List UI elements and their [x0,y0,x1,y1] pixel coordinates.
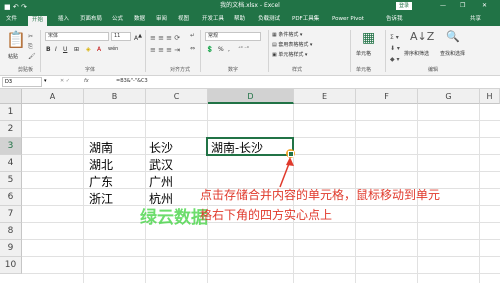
number-format-select[interactable]: 常规 [205,32,261,41]
minimize-button[interactable]: — [440,0,446,12]
currency-icon[interactable]: 💲 [206,46,213,53]
name-box-dropdown-icon[interactable]: ▾ [44,76,47,87]
table-format-icon: ▤ [272,42,277,48]
group-styles: 样式 [292,67,303,73]
separator [268,30,269,72]
tab-help[interactable]: 帮助 [234,15,245,26]
group-clipboard: 剪贴板 [18,67,34,73]
ribbon: 📋 粘贴 ✂ ⎘ 🖌 剪贴板 宋体 11 A▲ B I U ⊞ ◈ A wén 字体… [0,26,500,76]
border-icon[interactable]: ⊞ [74,46,79,53]
group-alignment: 对齐方式 [170,67,191,73]
tab-review[interactable]: 审阅 [156,15,167,26]
find-select-label[interactable]: 查找和选择 [440,50,465,57]
tab-share[interactable]: 共享 [470,15,481,26]
fill-color-icon[interactable]: ◈ [86,46,91,53]
formula-bar: D3 ▾ ✕ ✓ fx =B3&"-"&C3 [0,76,500,89]
tab-formulas[interactable]: 公式 [112,15,123,26]
cell-style-label: 单元格样式 [278,52,304,58]
ribbon-tabs: 文件 开始 插入 页面布局 公式 数据 审阅 视图 开发工具 帮助 负载测试 P… [0,12,500,26]
tab-file[interactable]: 文件 [6,15,17,26]
annotation-line-1: 点击存储合并内容的单元格，鼠标移动到单元 [200,188,441,202]
table-format-button[interactable]: ▤ 套用表格格式 ▾ [272,40,312,50]
alignment-icons[interactable]: ≡ ≡ ≡ ⟳ ≡ ≡ ≡ ⇥ [150,32,180,56]
conditional-format-icon: ▦ [272,32,277,38]
sort-filter-label[interactable]: 排序和筛选 [404,50,429,57]
tab-developer[interactable]: 开发工具 [202,15,224,26]
underline-button[interactable]: U [63,46,67,53]
name-box[interactable]: D3 [2,77,42,87]
conditional-format-button[interactable]: ▦ 条件格式 ▾ [272,30,312,40]
cells-button-label[interactable]: 单元格 [356,50,371,57]
clipboard-small-icons[interactable]: ✂ ⎘ 🖌 [28,32,36,62]
login-button[interactable]: 登录 [396,2,413,10]
group-number: 数字 [228,67,239,73]
cell-style-icon: ▣ [272,52,277,58]
paste-label[interactable]: 粘贴 [8,53,18,60]
tab-view[interactable]: 视图 [178,15,189,26]
font-grow-icon[interactable]: A▲ [134,33,142,42]
cells-icon[interactable]: ▦ [362,30,375,46]
group-font: 字体 [85,67,96,73]
styles-buttons: ▦ 条件格式 ▾ ▤ 套用表格格式 ▾ ▣ 单元格样式 ▾ [272,30,312,60]
decimal-icons[interactable]: ⁺⁰ ⁻⁰ [238,46,249,52]
percent-button[interactable]: % [218,46,224,53]
comma-button[interactable]: , [228,46,230,53]
separator [40,30,41,72]
formula-input[interactable]: =B3&"-"&C3 [116,76,148,87]
fx-icon[interactable]: fx [84,76,89,87]
sort-filter-icon[interactable]: A↓Z [410,30,434,43]
tab-power-pivot[interactable]: Power Pivot [332,15,364,26]
font-size-select[interactable]: 11 [111,32,131,41]
separator [200,30,201,72]
group-editing: 编辑 [428,67,439,73]
tab-tell-me[interactable]: 告诉我 [386,15,403,26]
conditional-format-label: 条件格式 [278,32,299,38]
window-title: 我的文档.xlsx - Excel [220,2,280,9]
separator [350,30,351,72]
tab-page-layout[interactable]: 页面布局 [80,15,102,26]
restore-button[interactable]: ❐ [460,0,465,12]
watermark: 绿云数据 [140,208,208,228]
close-button[interactable]: ✕ [482,0,487,12]
group-cells: 单元格 [356,67,372,73]
formula-bar-controls[interactable]: ✕ ✓ [60,76,70,87]
wrap-text-icon[interactable]: ↵ [190,32,195,39]
bold-button[interactable]: B [46,46,51,53]
paste-icon[interactable]: 📋 [6,30,26,49]
italic-button[interactable]: I [55,46,57,53]
annotation-line-2: 格右下角的四方实心点上 [200,208,333,222]
tab-data[interactable]: 数据 [134,15,145,26]
editing-small-icons[interactable]: Σ ▾ ⬇ ▾ ◆ ▾ [390,32,400,65]
merge-center-icon[interactable]: ⇔ [190,45,195,52]
separator [145,30,146,72]
separator [385,30,386,72]
table-format-label: 套用表格格式 [278,42,309,48]
font-color-icon[interactable]: A [97,46,101,53]
phonetic-button[interactable]: wén [108,46,118,52]
worksheet-grid[interactable]: A B C D E F G H 1 2 3 4 5 6 7 8 9 10 湖南 … [0,89,500,283]
tab-load-test[interactable]: 负载测试 [258,15,280,26]
tab-insert[interactable]: 插入 [58,15,69,26]
tab-home[interactable]: 开始 [28,15,48,26]
font-name-select[interactable]: 宋体 [45,32,109,41]
tab-pdf-tools[interactable]: PDF工具集 [292,15,319,26]
title-bar: ■ ↶ ↷ 我的文档.xlsx - Excel 登录 — ❐ ✕ [0,0,500,12]
find-select-icon[interactable]: 🔍 [446,30,460,43]
cell-style-button[interactable]: ▣ 单元格样式 ▾ [272,50,312,60]
